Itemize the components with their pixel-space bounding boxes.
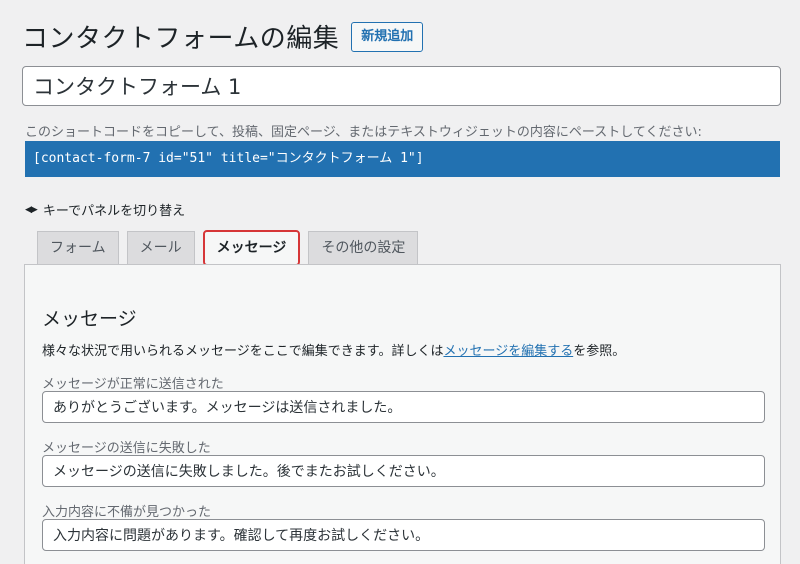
tab-messages[interactable]: メッセージ (202, 230, 301, 266)
tab-form[interactable]: フォーム (37, 231, 119, 265)
shortcode-hint: このショートコードをコピーして、投稿、固定ページ、またはテキストウィジェットの内… (25, 125, 702, 140)
field-label-mail-sent-ng: メッセージの送信に失敗した (42, 441, 211, 456)
tab-mail[interactable]: メール (126, 231, 195, 265)
page-title: コンタクトフォームの編集 (22, 24, 340, 54)
panel-description-suffix: を参照。 (573, 344, 626, 359)
panel-tabs: フォーム メール メッセージ その他の設定 (37, 230, 426, 266)
form-title-input[interactable] (22, 66, 781, 106)
panel-description-text: 様々な状況で用いられるメッセージをここで編集できます。詳しくは (42, 344, 444, 359)
messages-panel: メッセージ 様々な状況で用いられるメッセージをここで編集できます。詳しくはメッセ… (24, 264, 781, 564)
message-field-mail-sent-ng[interactable] (42, 455, 765, 487)
message-field-mail-sent-ok[interactable] (42, 391, 765, 423)
left-right-arrows-icon: ◀▶ (25, 204, 38, 215)
tab-additional-settings[interactable]: その他の設定 (308, 231, 419, 265)
panel-title: メッセージ (42, 308, 137, 330)
panel-description: 様々な状況で用いられるメッセージをここで編集できます。詳しくはメッセージを編集す… (42, 340, 625, 359)
add-new-button[interactable]: 新規追加 (351, 21, 424, 52)
shortcode-box[interactable]: [contact-form-7 id="51" title="コンタクトフォーム… (25, 141, 780, 177)
page-header: コンタクトフォームの編集 新規追加 (22, 18, 424, 55)
field-label-validation-error: 入力内容に不備が見つかった (42, 505, 212, 520)
field-label-mail-sent-ok: メッセージが正常に送信された (42, 377, 224, 392)
keyboard-hint-text: キーでパネルを切り替え (42, 204, 186, 219)
message-field-validation-error[interactable] (42, 519, 765, 551)
keyboard-hint: ◀▶ キーでパネルを切り替え (25, 200, 185, 219)
edit-messages-link[interactable]: メッセージを編集する (443, 344, 573, 359)
